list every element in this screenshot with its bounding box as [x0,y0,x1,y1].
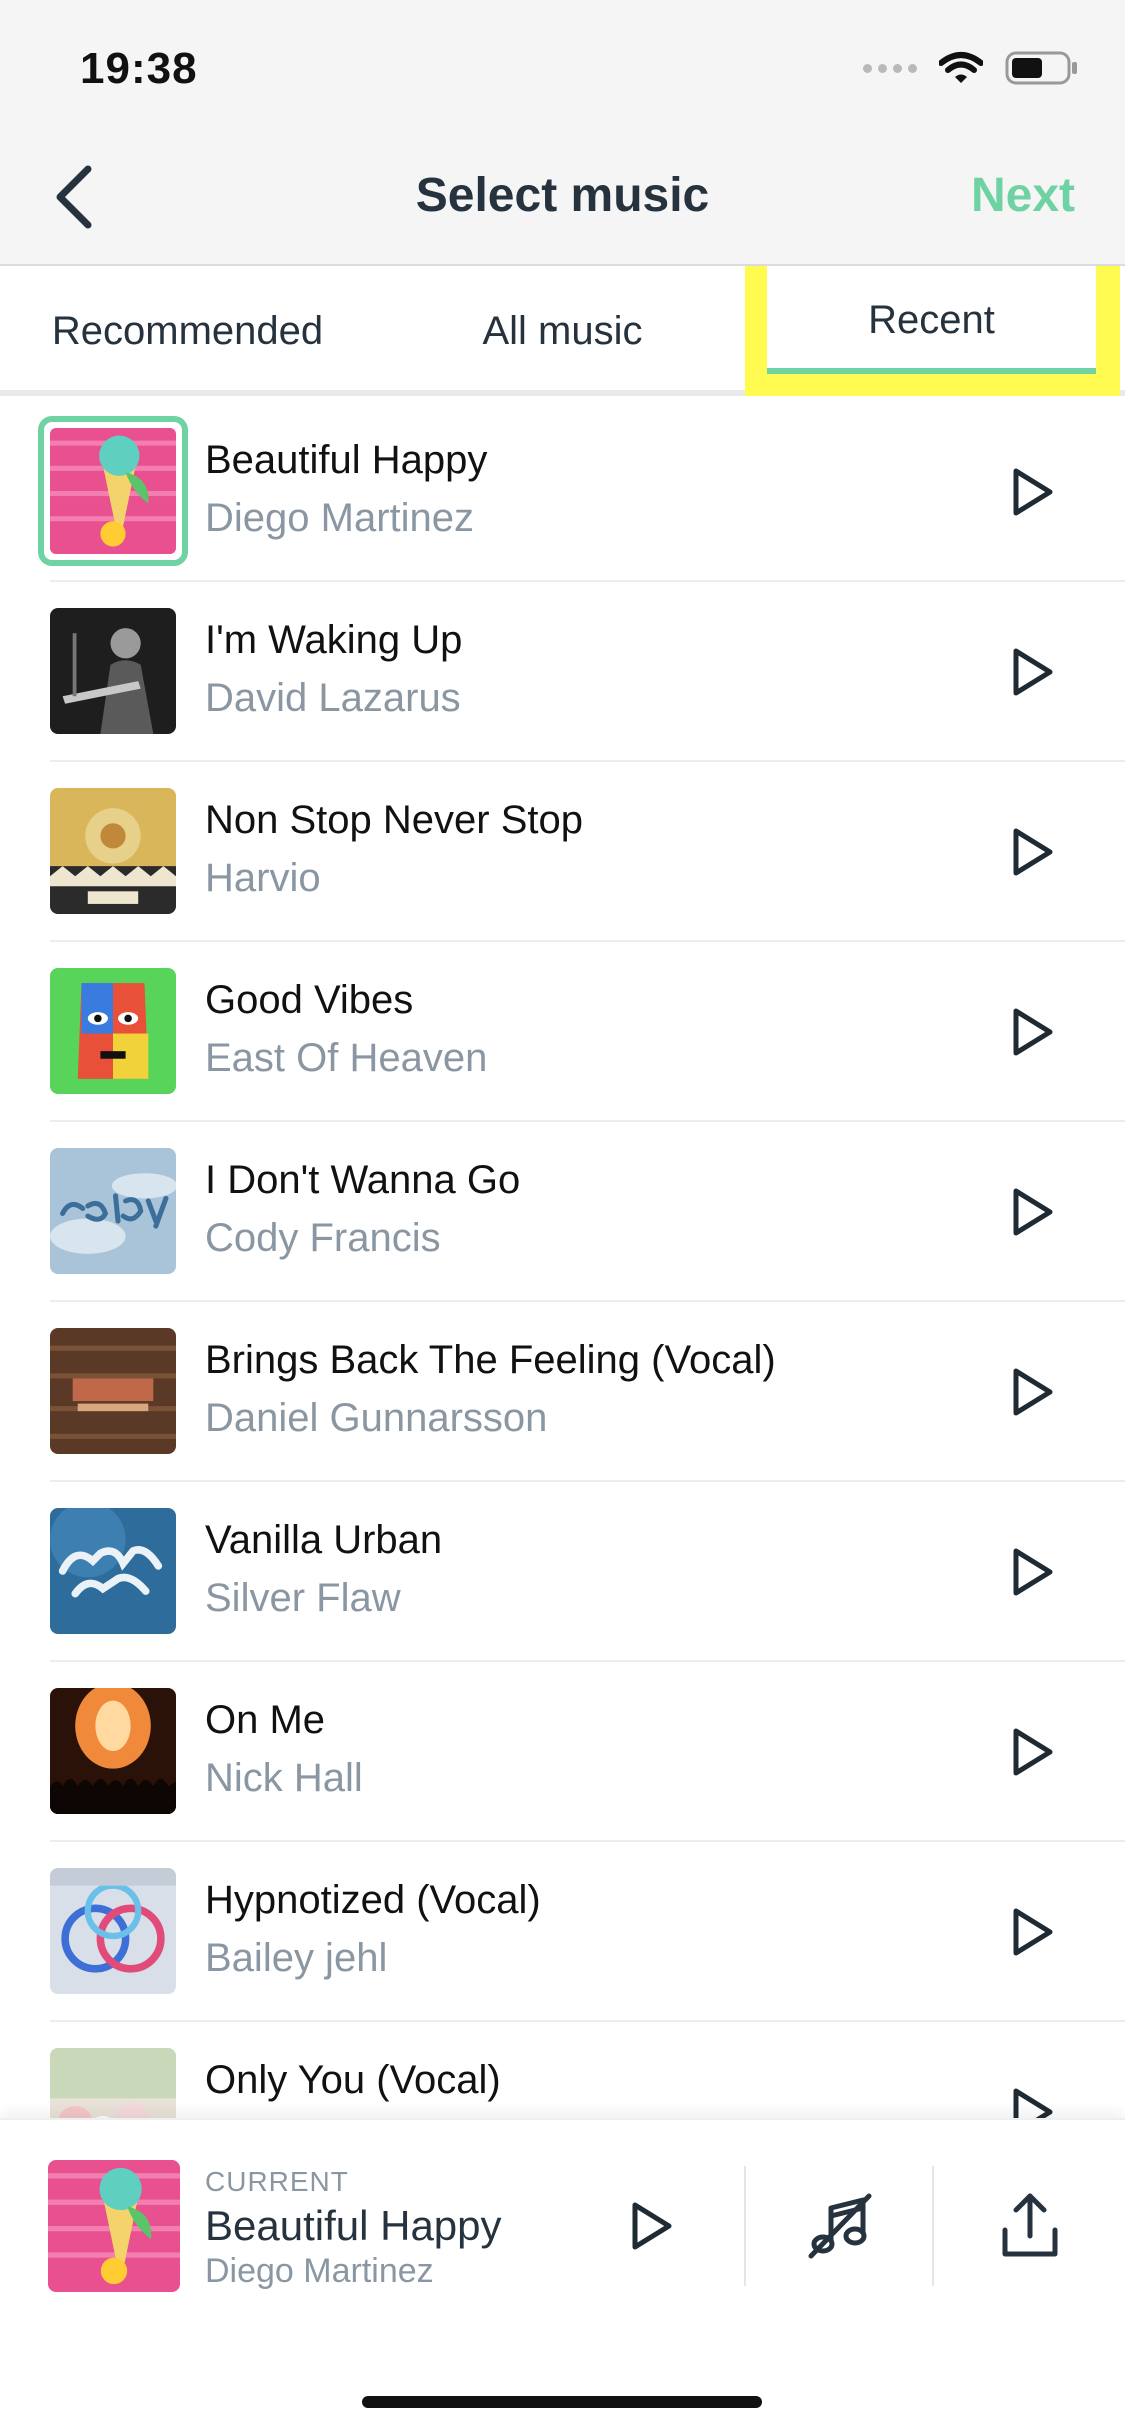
share-button[interactable] [995,2190,1065,2262]
play-icon [1013,468,1053,516]
tab-active-indicator [767,368,1096,374]
song-title: Beautiful Happy [205,438,488,482]
song-artist: Silver Flaw [205,1576,401,1620]
album-art [50,1868,176,1994]
song-artist: Cody Francis [205,1216,441,1260]
play-button[interactable] [1003,1362,1063,1422]
play-icon [1013,1188,1053,1236]
play-button[interactable] [1003,642,1063,702]
signal-icon [863,63,917,73]
divider [932,2166,934,2286]
song-artist: Diego Martinez [205,496,475,540]
song-title: Hypnotized (Vocal) [205,1878,541,1922]
song-title: Non Stop Never Stop [205,798,583,842]
song-row[interactable]: Hypnotized (Vocal) Bailey jehl [0,1842,1125,2022]
remove-music-button[interactable] [805,2192,875,2262]
song-title: Good Vibes [205,978,414,1022]
tab-recent-label: Recent [767,266,1096,374]
tab-recommended[interactable]: Recommended [0,266,375,396]
divider [744,2166,746,2286]
album-art [38,416,188,566]
song-row[interactable]: Non Stop Never Stop Harvio [0,762,1125,942]
song-title: Only You (Vocal) [205,2058,501,2102]
play-button[interactable] [1003,2082,1063,2118]
next-button[interactable]: Next [971,168,1075,223]
current-album-art [48,2160,180,2292]
song-artist: David Lazarus [205,676,461,720]
status-time: 19:38 [80,44,198,93]
album-art [50,1508,176,1634]
album-art [50,1688,176,1814]
song-title: On Me [205,1698,326,1742]
song-artist: Daniel Gunnarsson [205,1396,548,1440]
song-artist: East Of Heaven [205,1036,488,1080]
play-button[interactable] [1003,1722,1063,1782]
status-icons [863,48,1079,88]
play-icon [1013,1368,1053,1416]
song-artist: Harvio [205,856,321,900]
album-art [50,968,176,1094]
play-icon [1013,1908,1053,1956]
play-button[interactable] [1003,1902,1063,1962]
song-row[interactable]: Brings Back The Feeling (Vocal) Daniel G… [0,1302,1125,1482]
play-icon [1013,2088,1053,2118]
current-label: CURRENT [205,2166,349,2197]
song-title: I'm Waking Up [205,618,463,662]
play-icon [1013,1728,1053,1776]
battery-icon [1005,50,1079,86]
wifi-icon [939,51,983,85]
current-play-button[interactable] [620,2194,684,2258]
song-title: I Don't Wanna Go [205,1158,521,1202]
song-row[interactable]: Good Vibes East Of Heaven [0,942,1125,1122]
play-icon [1013,648,1053,696]
song-row[interactable]: On Me Nick Hall [0,1662,1125,1842]
play-icon [1013,1008,1053,1056]
page-title: Select music [415,169,710,222]
music-off-icon [808,2193,872,2259]
song-row[interactable]: Beautiful Happy Diego Martinez [0,402,1125,582]
song-row[interactable]: Vanilla Urban Silver Flaw [0,1482,1125,1662]
tab-all-music[interactable]: All music [375,266,750,396]
share-icon [1002,2193,1058,2257]
current-song-artist: Diego Martinez [205,2252,434,2290]
play-icon [1013,828,1053,876]
album-art [50,1148,176,1274]
song-row[interactable]: Only You (Vocal) [0,2022,1125,2118]
song-row[interactable]: I'm Waking Up David Lazarus [0,582,1125,762]
current-song-title: Beautiful Happy [205,2202,502,2249]
play-button[interactable] [1003,1002,1063,1062]
song-title: Brings Back The Feeling (Vocal) [205,1338,776,1382]
home-indicator [362,2396,762,2408]
song-artist: Nick Hall [205,1756,363,1800]
play-button[interactable] [1003,462,1063,522]
song-title: Vanilla Urban [205,1518,443,1562]
play-icon [1013,1548,1053,1596]
play-button[interactable] [1003,822,1063,882]
tab-bar: Recommended All music Recent [0,266,1125,396]
album-art [50,788,176,914]
song-artist: Bailey jehl [205,1936,388,1980]
album-art [50,2048,176,2118]
play-button[interactable] [1003,1182,1063,1242]
play-button[interactable] [1003,1542,1063,1602]
tab-recent[interactable]: Recent [745,266,1120,396]
album-art [50,608,176,734]
top-bar: 19:38 Select music Next [0,0,1125,266]
now-playing-bar: CURRENT Beautiful Happy Diego Martinez [0,2118,1125,2436]
song-row[interactable]: I Don't Wanna Go Cody Francis [0,1122,1125,1302]
album-art [50,1328,176,1454]
play-icon [632,2202,672,2250]
song-list[interactable]: Beautiful Happy Diego Martinez I'm Wakin… [0,402,1125,2118]
